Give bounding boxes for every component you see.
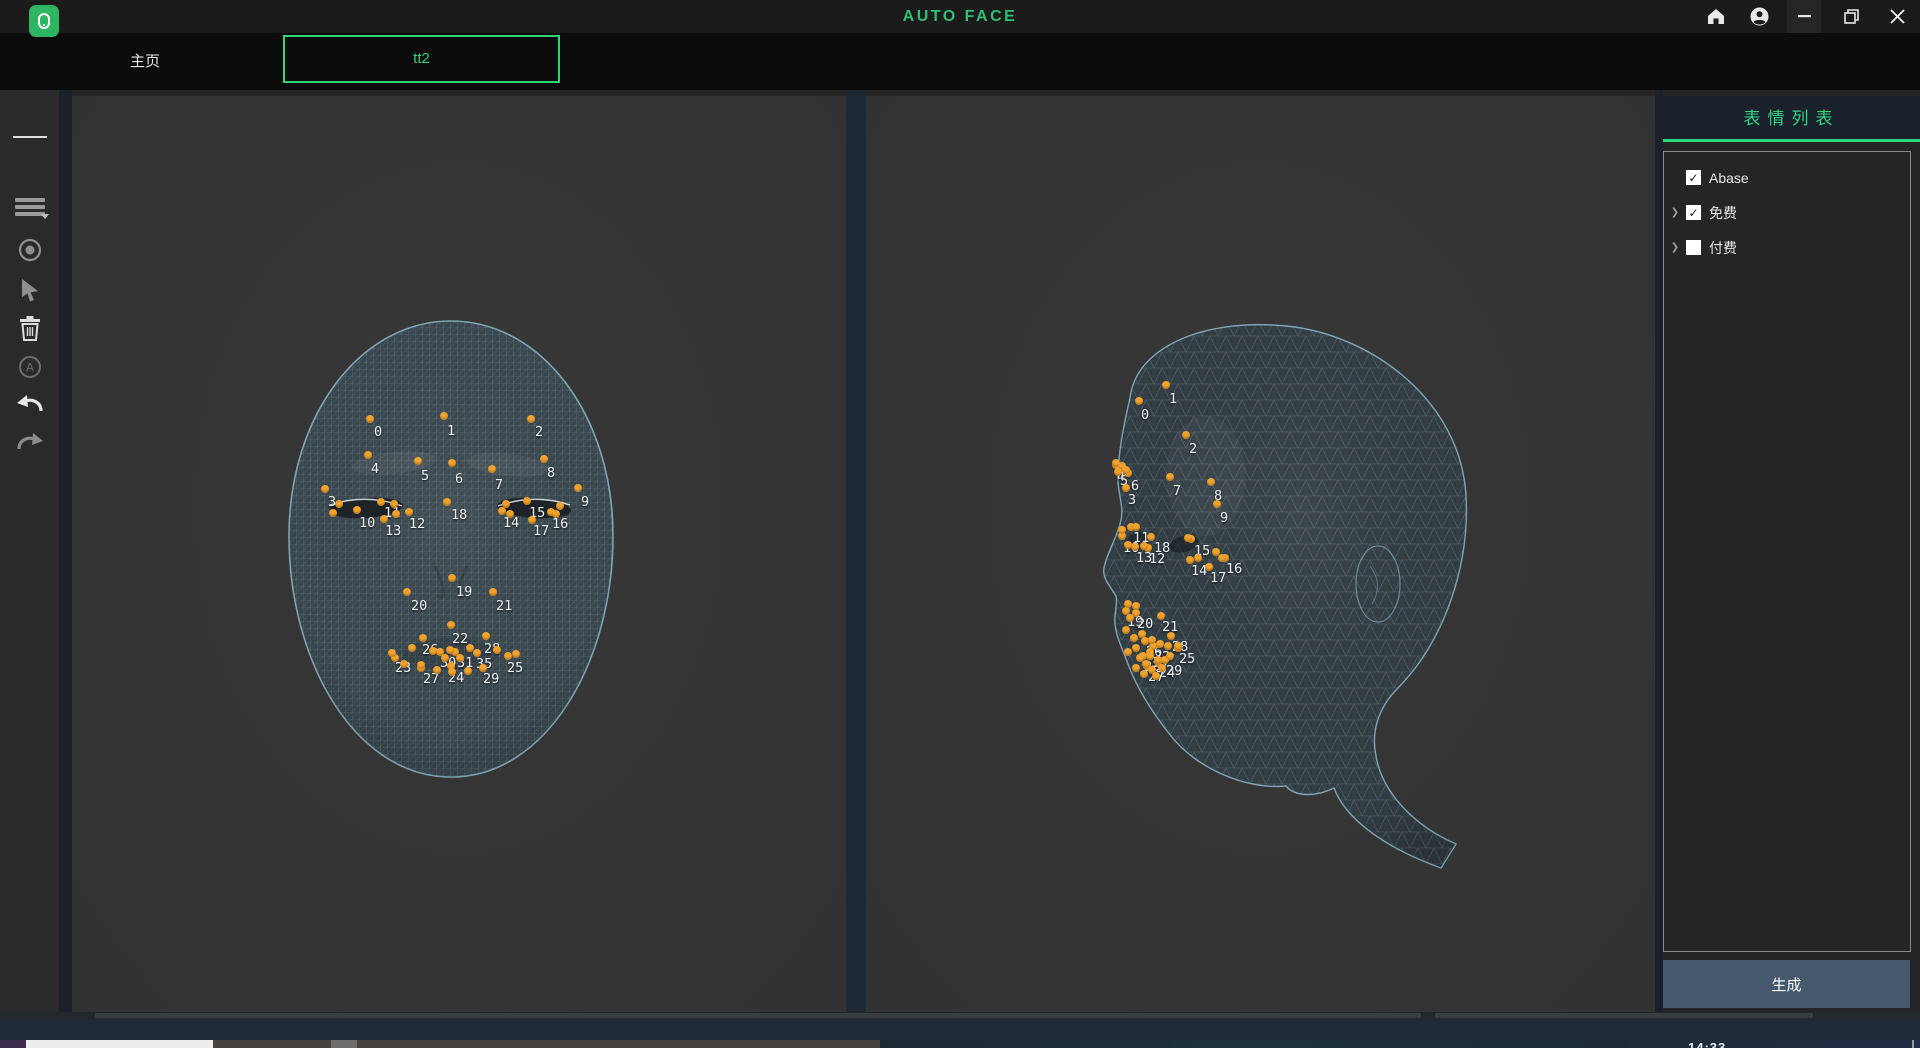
expression-list: ✓Abase❯✓免费❯付费 <box>1663 151 1911 952</box>
tab-tt2[interactable]: tt2 <box>283 35 560 83</box>
minimize-icon[interactable] <box>1787 0 1821 33</box>
scrollbar-thumb[interactable] <box>95 1013 1421 1018</box>
tab-home[interactable]: 主页 <box>85 33 205 90</box>
desktop-sliver: 14:33 <box>0 1040 1920 1048</box>
expand-chevron-icon[interactable]: ❯ <box>1664 242 1686 253</box>
viewport-divider <box>846 90 866 1012</box>
show-desktop-divider <box>1912 1040 1914 1048</box>
bottom-scrollbar[interactable] <box>0 1012 1920 1019</box>
expression-label: 付费 <box>1709 238 1737 258</box>
menu-caret-icon <box>41 214 49 219</box>
auto-a-icon[interactable]: A <box>0 350 59 384</box>
side-toolbar: A <box>0 90 59 1012</box>
expand-chevron-icon[interactable]: ❯ <box>1664 207 1686 218</box>
redo-icon[interactable] <box>0 424 59 458</box>
sliver-window-2 <box>213 1040 880 1048</box>
side-view-viewport[interactable] <box>866 96 1655 1012</box>
record-icon[interactable] <box>0 233 59 267</box>
expression-checkbox[interactable]: ✓ <box>1686 170 1701 185</box>
expression-row[interactable]: ❯ 付费 <box>1664 230 1910 265</box>
expression-panel: 表情列表 ✓Abase❯✓免费❯付费 生成 <box>1663 96 1920 1012</box>
expression-panel-title: 表情列表 <box>1663 96 1920 142</box>
account-icon[interactable] <box>1742 0 1776 33</box>
home-icon[interactable] <box>1699 0 1733 33</box>
scrollbar-thumb[interactable] <box>1435 1013 1813 1018</box>
sliver-wallpaper <box>0 1040 26 1048</box>
app-logo-icon <box>29 5 59 37</box>
main-area: A <box>0 90 1920 1012</box>
toolbar-separator <box>13 136 47 138</box>
generate-button[interactable]: 生成 <box>1663 960 1910 1008</box>
trash-icon[interactable] <box>0 311 59 345</box>
tab-bar: 主页 tt2 <box>0 33 1920 90</box>
expression-row[interactable]: ✓ Abase <box>1664 160 1910 195</box>
sliver-taskbar: 14:33 <box>880 1040 1920 1048</box>
gutter <box>59 90 72 1012</box>
app-window: AUTO FACE 主页 tt2 <box>0 0 1920 1048</box>
side-face-mesh <box>866 96 1655 1012</box>
gutter <box>1655 90 1663 1012</box>
front-view-viewport[interactable] <box>72 96 846 1012</box>
restore-icon[interactable] <box>1834 0 1868 33</box>
app-title: AUTO FACE <box>0 0 1920 33</box>
status-bar <box>0 1019 1920 1040</box>
expression-row[interactable]: ❯✓ 免费 <box>1664 195 1910 230</box>
expression-checkbox[interactable] <box>1686 240 1701 255</box>
select-cursor-icon[interactable] <box>0 273 59 307</box>
expression-label: 免费 <box>1709 203 1737 223</box>
sliver-window <box>26 1040 213 1048</box>
close-icon[interactable] <box>1880 0 1914 33</box>
undo-icon[interactable] <box>0 386 59 420</box>
taskbar-clock: 14:33 <box>1688 1041 1726 1048</box>
menu-icon[interactable] <box>0 190 59 224</box>
expression-checkbox[interactable]: ✓ <box>1686 205 1701 220</box>
svg-text:A: A <box>25 361 33 375</box>
expression-label: Abase <box>1709 170 1749 186</box>
front-face-mesh <box>72 96 846 1012</box>
title-bar: AUTO FACE <box>0 0 1920 33</box>
